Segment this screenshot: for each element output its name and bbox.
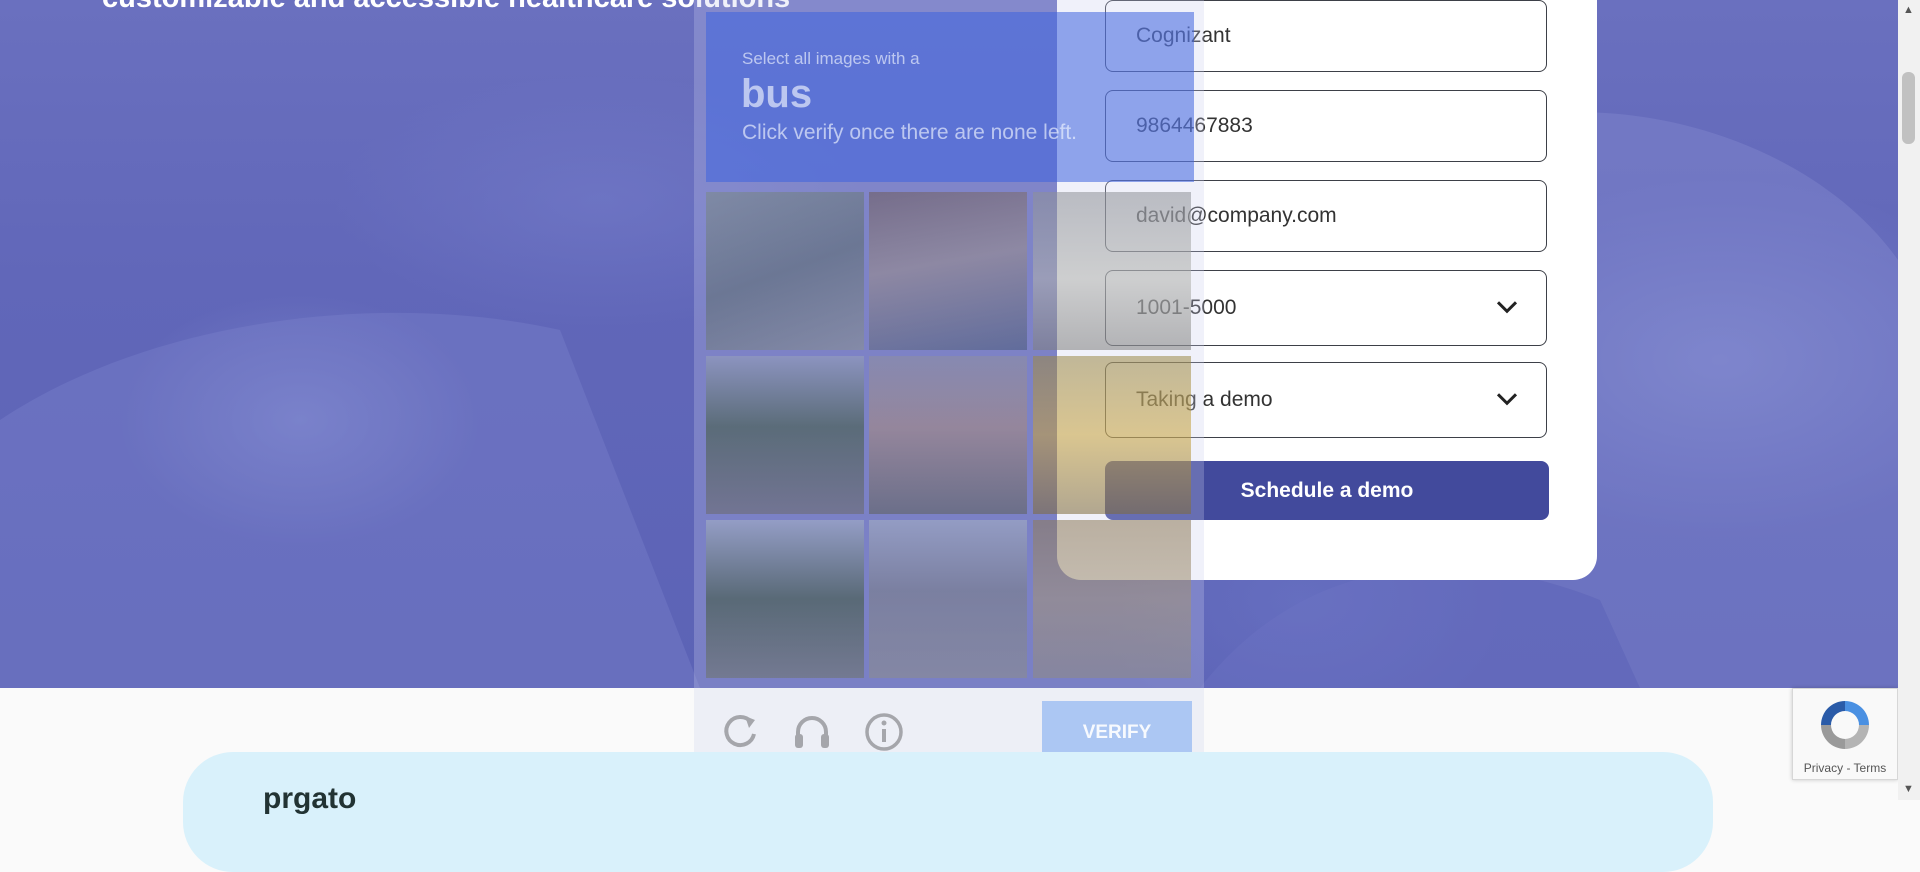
feature-panel xyxy=(183,752,1713,872)
captcha-tile[interactable] xyxy=(869,192,1027,350)
captcha-tile[interactable] xyxy=(706,520,864,678)
recaptcha-terms-link[interactable]: Privacy - Terms xyxy=(1793,761,1897,775)
captcha-instruction: Select all images with a xyxy=(742,49,920,68)
chevron-down-icon xyxy=(1496,393,1518,406)
captcha-tile[interactable] xyxy=(1033,192,1191,350)
recaptcha-badge[interactable]: Privacy - Terms xyxy=(1792,688,1898,780)
audio-icon[interactable] xyxy=(792,712,832,752)
scroll-thumb[interactable] xyxy=(1902,72,1915,144)
captcha-tile[interactable] xyxy=(706,192,864,350)
info-icon[interactable] xyxy=(864,712,904,752)
recaptcha-logo-icon xyxy=(1821,701,1869,749)
scroll-down-arrow-icon[interactable]: ▼ xyxy=(1903,783,1914,795)
chevron-down-icon xyxy=(1496,301,1518,314)
reload-icon[interactable] xyxy=(721,712,759,750)
captcha-tile[interactable] xyxy=(706,356,864,514)
captcha-tile[interactable] xyxy=(1033,520,1191,678)
captcha-tile[interactable] xyxy=(869,356,1027,514)
hero-title: customizable and accessible healthcare s… xyxy=(102,0,790,15)
partner-logo-text: prgato xyxy=(263,782,357,815)
captcha-hint: Click verify once there are none left. xyxy=(742,121,1077,144)
scroll-up-arrow-icon[interactable]: ▲ xyxy=(1903,4,1914,16)
captcha-target-word: bus xyxy=(741,72,813,116)
captcha-tile[interactable] xyxy=(1033,356,1191,514)
captcha-tile[interactable] xyxy=(869,520,1027,678)
